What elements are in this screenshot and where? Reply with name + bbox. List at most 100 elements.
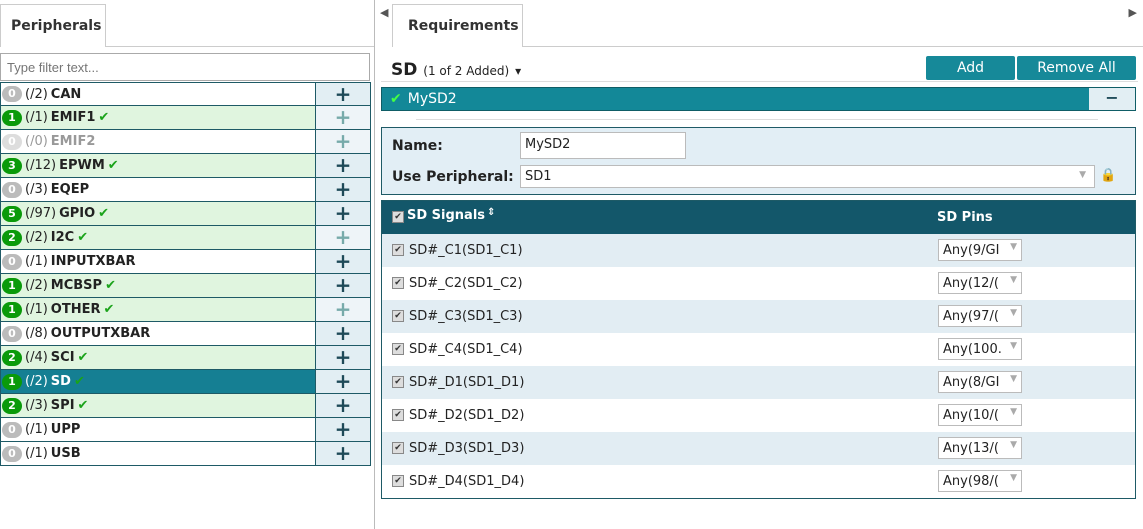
count-badge: 1 [2,277,22,294]
peripheral-label[interactable]: 0 (/8) OUTPUTXBAR [1,325,315,342]
signal-checkbox[interactable]: ✔ [392,475,404,487]
peripheral-label[interactable]: 0 (/2) CAN [1,86,315,102]
divider [416,119,1098,120]
module-title[interactable]: SD (1 of 2 Added) ▾ [391,60,521,80]
peripheral-label[interactable]: 0 (/1) USB [1,445,315,462]
peripheral-label[interactable]: 3 (/12) EPWM ✔ [1,157,315,174]
peripheral-item[interactable]: 0 (/8) OUTPUTXBAR + [0,322,371,346]
tab-peripherals[interactable]: Peripherals [0,4,106,47]
table-header: ✔ SD Signals ⇕ SD Pins [382,201,1135,234]
name-label: Name: [392,138,443,154]
peripheral-label[interactable]: 5 (/97) GPIO ✔ [1,205,315,222]
add-peripheral-button[interactable]: + [315,250,370,273]
scroll-right-icon[interactable]: ▶ [1129,6,1137,19]
total: (/8) [25,326,48,341]
peripheral-label[interactable]: 1 (/2) SD ✔ [1,373,315,390]
name-input[interactable]: MySD2 [520,132,686,159]
total: (/2) [25,374,48,389]
signal-checkbox[interactable]: ✔ [392,376,404,388]
peripheral-item[interactable]: 1 (/1) OTHER ✔ + [0,298,371,322]
peripheral-label[interactable]: 2 (/4) SCI ✔ [1,349,315,366]
signal-checkbox[interactable]: ✔ [392,442,404,454]
pin-select[interactable]: Any(13/(▼ [938,437,1022,459]
peripheral-label[interactable]: 1 (/1) OTHER ✔ [1,301,315,318]
peripheral-label[interactable]: 1 (/2) MCBSP ✔ [1,277,315,294]
remove-instance-button[interactable]: − [1089,88,1135,110]
pin-select[interactable]: Any(10/(▼ [938,404,1022,426]
signal-checkbox[interactable]: ✔ [392,244,404,256]
pin-select[interactable]: Any(12/(▼ [938,272,1022,294]
add-peripheral-button[interactable]: + [315,442,370,465]
add-peripheral-button[interactable]: + [315,130,370,153]
chevron-down-icon: ▼ [1079,170,1086,180]
add-peripheral-button[interactable]: + [315,298,370,321]
peripheral-item[interactable]: 1 (/1) EMIF1 ✔ + [0,106,371,130]
pin-select[interactable]: Any(98/(▼ [938,470,1022,492]
remove-all-button[interactable]: Remove All [1017,56,1136,80]
add-peripheral-button[interactable]: + [315,394,370,417]
peripheral-item[interactable]: 1 (/2) MCBSP ✔ + [0,274,371,298]
add-peripheral-button[interactable]: + [315,322,370,345]
count-badge: 0 [2,325,22,342]
add-peripheral-button[interactable]: + [315,226,370,249]
peripheral-label[interactable]: 1 (/1) EMIF1 ✔ [1,109,315,126]
peripheral-item[interactable]: 0 (/0) EMIF2 + [0,130,371,154]
check-icon: ✔ [77,230,89,245]
peripheral-item[interactable]: 2 (/4) SCI ✔ + [0,346,371,370]
peripheral-label[interactable]: 0 (/3) EQEP [1,181,315,198]
peripheral-item[interactable]: 0 (/1) USB + [0,442,371,466]
col-signals[interactable]: SD Signals [407,208,485,223]
signal-checkbox[interactable]: ✔ [392,409,404,421]
add-peripheral-button[interactable]: + [315,83,370,105]
peripheral-name: I2C [50,230,75,245]
pin-select[interactable]: Any(97/(▼ [938,305,1022,327]
selected-value: SD1 [525,169,552,184]
select-all-checkbox[interactable]: ✔ [392,211,404,223]
signal-checkbox[interactable]: ✔ [392,277,404,289]
peripheral-item[interactable]: 2 (/2) I2C ✔ + [0,226,371,250]
peripheral-label[interactable]: 2 (/2) I2C ✔ [1,229,315,246]
peripheral-item[interactable]: 0 (/2) CAN + [0,82,371,106]
chevron-down-icon: ▼ [1010,374,1017,384]
add-peripheral-button[interactable]: + [315,154,370,177]
sort-icon[interactable]: ⇕ [487,207,495,218]
peripheral-item[interactable]: 0 (/1) UPP + [0,418,371,442]
divider [106,46,374,47]
pin-value: Any(10/( [943,408,999,423]
add-peripheral-button[interactable]: + [315,346,370,369]
tab-requirements[interactable]: Requirements [392,4,523,47]
add-peripheral-button[interactable]: + [315,202,370,225]
peripheral-item[interactable]: 2 (/3) SPI ✔ + [0,394,371,418]
peripheral-item[interactable]: 1 (/2) SD ✔ + [0,370,371,394]
pin-select[interactable]: Any(9/GI ▼ [938,239,1022,261]
signal-checkbox[interactable]: ✔ [392,343,404,355]
peripheral-item[interactable]: 5 (/97) GPIO ✔ + [0,202,371,226]
add-peripheral-button[interactable]: + [315,370,370,393]
pin-select[interactable]: Any(8/GI ▼ [938,371,1022,393]
signal-name: SD#_D3(SD1_D3) [409,441,525,456]
pin-value: Any(97/( [943,309,999,324]
add-peripheral-button[interactable]: + [315,274,370,297]
peripheral-label[interactable]: 2 (/3) SPI ✔ [1,397,315,414]
peripheral-item[interactable]: 0 (/1) INPUTXBAR + [0,250,371,274]
caret-down-icon[interactable]: ▾ [515,64,521,78]
add-button[interactable]: Add [926,56,1015,80]
peripheral-label[interactable]: 0 (/1) UPP [1,421,315,438]
add-peripheral-button[interactable]: + [315,418,370,441]
peripheral-label[interactable]: 0 (/1) INPUTXBAR [1,253,315,270]
instance-header[interactable]: ✔ MySD2 − [381,87,1136,111]
filter-input[interactable] [0,53,370,81]
peripheral-item[interactable]: 3 (/12) EPWM ✔ + [0,154,371,178]
total: (/1) [25,422,48,437]
add-peripheral-button[interactable]: + [315,106,370,129]
use-peripheral-select[interactable]: SD1 ▼ [520,165,1095,188]
signal-checkbox[interactable]: ✔ [392,310,404,322]
add-peripheral-button[interactable]: + [315,178,370,201]
pin-select[interactable]: Any(100. ▼ [938,338,1022,360]
requirements-panel: ◀ ▶ Requirements SD (1 of 2 Added) ▾ Add… [376,0,1143,529]
count-badge: 1 [2,301,22,318]
peripheral-label[interactable]: 0 (/0) EMIF2 [1,133,315,150]
peripheral-item[interactable]: 0 (/3) EQEP + [0,178,371,202]
scroll-left-icon[interactable]: ◀ [380,6,388,19]
total: (/1) [25,446,48,461]
